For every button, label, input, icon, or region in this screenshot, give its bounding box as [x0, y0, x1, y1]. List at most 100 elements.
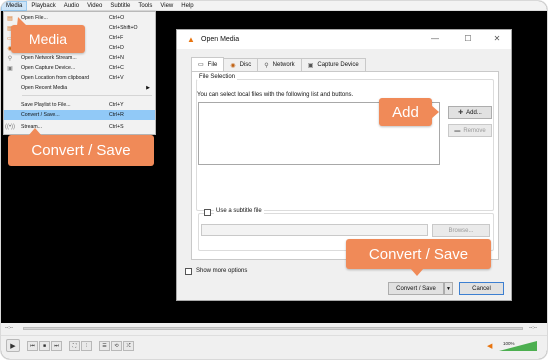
seek-slider[interactable] [23, 327, 523, 330]
menu-separator [22, 95, 152, 96]
menu-item-shortcut: Ctrl+R [109, 112, 124, 118]
file-selection-label: File Selection [197, 74, 238, 80]
show-more-options-label: Show more options [196, 268, 248, 274]
chevron-down-icon: ▼ [446, 285, 451, 292]
show-more-options-checkbox[interactable] [185, 268, 192, 275]
convert-save-button-label: Convert / Save [396, 285, 436, 292]
callout-arrow [431, 105, 439, 119]
subtitle-checkbox[interactable] [204, 209, 211, 216]
player-controls: ▶ ⏮ ■ ⏭ ⛶ ⫶ ☰ ⟲ ⤮ ◀ 100% [1, 335, 547, 359]
menu-item-shortcut: Ctrl+D [109, 45, 124, 51]
remove-button[interactable]: ▬ Remove [448, 124, 492, 137]
cancel-button-label: Cancel [472, 285, 491, 292]
dialog-titlebar: ▲ Open Media — ☐ ✕ [177, 30, 511, 49]
remove-button-label: Remove [463, 127, 486, 134]
menu-item-open-recent-media[interactable]: Open Recent Media ▶ [4, 83, 155, 93]
menu-tools[interactable]: Tools [134, 1, 156, 11]
menu-item-label: Convert / Save... [21, 112, 60, 118]
menu-item-label: Open Network Stream... [21, 55, 77, 61]
callout-convert-button-text: Convert / Save [368, 245, 469, 263]
menu-item-open-network-stream[interactable]: ⚲ Open Network Stream... Ctrl+N [4, 53, 155, 63]
stop-icon: ■ [42, 343, 47, 349]
tab-file[interactable]: ▭ File [191, 57, 225, 71]
menu-item-label: Open Recent Media [21, 85, 68, 91]
next-button[interactable]: ⏭ [51, 341, 62, 351]
menu-help[interactable]: Help [177, 1, 197, 11]
fullscreen-button[interactable]: ⛶ [69, 341, 80, 351]
browse-button[interactable]: Browse... [432, 224, 490, 237]
time-elapsed: --:-- [5, 325, 14, 331]
menu-item-stream[interactable]: ((•)) Stream... Ctrl+S [4, 122, 155, 132]
convert-save-button[interactable]: Convert / Save [388, 282, 444, 295]
menu-subtitle[interactable]: Subtitle [106, 1, 134, 11]
minimize-icon[interactable]: — [429, 34, 441, 43]
extended-settings-button[interactable]: ⫶ [81, 341, 92, 351]
tab-network[interactable]: ⚲ Network [257, 58, 302, 71]
file-tab-panel: File Selection You can select local file… [191, 71, 499, 260]
add-button[interactable]: ✚ Add... [448, 106, 492, 119]
menu-item-shortcut: Ctrl+F [109, 35, 124, 41]
disc-icon: ◉ [230, 62, 236, 69]
menu-item-shortcut: Ctrl+C [109, 65, 124, 71]
menu-view[interactable]: View [156, 1, 177, 11]
loop-button[interactable]: ⟲ [111, 341, 122, 351]
file-icon: ▤ [7, 15, 13, 22]
minus-icon: ▬ [454, 127, 461, 134]
next-icon: ⏭ [54, 343, 59, 349]
stop-button[interactable]: ■ [39, 341, 50, 351]
callout-media-text: Media [28, 31, 68, 47]
loop-icon: ⟲ [114, 343, 119, 349]
menu-item-open-location-clipboard[interactable]: Open Location from clipboard Ctrl+V [4, 73, 155, 83]
tab-label: File [207, 61, 218, 68]
volume-control[interactable]: ◀ 100% [487, 341, 537, 351]
callout-media: Media [11, 17, 85, 53]
play-icon: ▶ [10, 342, 16, 350]
close-icon[interactable]: ✕ [491, 34, 503, 43]
tab-label: Network [272, 62, 295, 68]
shuffle-icon: ⤮ [126, 343, 131, 349]
subtitle-checkbox-label: Use a subtitle file [214, 208, 264, 214]
tab-disc[interactable]: ◉ Disc [223, 58, 259, 71]
file-selection-description: You can select local files with the foll… [197, 92, 354, 98]
playlist-button[interactable]: ☰ [99, 341, 110, 351]
app-window: Media Playback Audio Video Subtitle Tool… [1, 1, 547, 359]
menu-video[interactable]: Video [83, 1, 106, 11]
menu-item-save-playlist[interactable]: Save Playlist to File... Ctrl+Y [4, 100, 155, 110]
menu-item-label: Save Playlist to File... [21, 102, 71, 108]
callout-add: Add [379, 98, 439, 126]
callout-arrow [410, 268, 424, 276]
menu-playback[interactable]: Playback [27, 1, 59, 11]
callout-arrow [28, 128, 42, 136]
previous-button[interactable]: ⏮ [27, 341, 38, 351]
tab-capture-device[interactable]: ▣ Capture Device [300, 58, 366, 71]
callout-arrow [17, 17, 27, 26]
submenu-arrow-icon: ▶ [146, 85, 150, 91]
fullscreen-icon: ⛶ [72, 343, 77, 349]
shuffle-button[interactable]: ⤮ [123, 341, 134, 351]
callout-convert-menu-text: Convert / Save [31, 142, 131, 159]
cancel-button[interactable]: Cancel [459, 282, 504, 295]
add-button-label: Add... [466, 109, 482, 116]
network-icon: ⚲ [7, 55, 13, 62]
plus-icon: ✚ [458, 110, 464, 116]
volume-level: 100% [503, 341, 515, 346]
dialog-tabs: ▭ File ◉ Disc ⚲ Network ▣ Capture Device [191, 57, 366, 71]
menu-item-shortcut: Ctrl+S [109, 124, 124, 130]
seek-bar-area: --:-- --:-- [1, 323, 547, 335]
menu-item-label: Open Location from clipboard [21, 75, 90, 81]
menu-item-shortcut: Ctrl+Y [109, 102, 124, 108]
play-button[interactable]: ▶ [6, 339, 20, 352]
menu-audio[interactable]: Audio [60, 1, 83, 11]
menu-item-convert-save[interactable]: Convert / Save... Ctrl+R [4, 110, 155, 120]
menu-item-shortcut: Ctrl+V [109, 75, 124, 81]
stream-icon: ((•)) [4, 124, 16, 130]
convert-save-dropdown-button[interactable]: ▼ [444, 282, 453, 295]
equalizer-icon: ⫶ [85, 343, 88, 349]
menu-item-label: Open File... [21, 15, 48, 21]
callout-add-text: Add [392, 103, 419, 121]
previous-icon: ⏮ [30, 343, 35, 349]
menu-media[interactable]: Media [1, 1, 28, 11]
maximize-icon[interactable]: ☐ [462, 34, 474, 43]
subtitle-path-field[interactable] [201, 224, 428, 236]
menu-item-open-capture-device[interactable]: ▣ Open Capture Device... Ctrl+C [4, 63, 155, 73]
